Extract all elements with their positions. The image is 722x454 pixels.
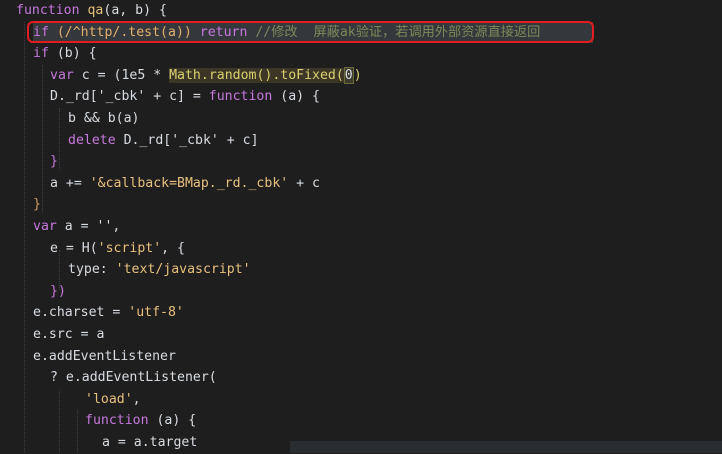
code-line-13[interactable]: type: 'text/javascript' [68,259,251,281]
token-keyword: function [16,3,80,18]
indent-guide [42,65,43,213]
code-editor[interactable]: function qa(a, b) { if (/^http/.test(a))… [0,0,722,453]
code-line-7[interactable]: delete D._rd['_cbk' + c] [68,130,259,152]
code-line-14[interactable]: }) [50,281,66,303]
code-line-19[interactable]: 'load', [85,389,141,411]
code-line-8[interactable]: } [50,151,58,173]
token-number: 0 [343,66,354,84]
code-line-3[interactable]: if (b) { [33,43,97,65]
indent-guide [24,22,25,453]
code-line-4[interactable]: var c = (1e5 * Math.random().toFixed(0) [50,65,362,87]
code-line-17[interactable]: e.addEventListener [33,346,176,368]
code-line-5[interactable]: D._rd['_cbk' + c] = function (a) { [50,86,320,108]
code-line-11[interactable]: var a = '', [33,216,120,238]
token-math: Math [169,67,201,83]
code-line-21[interactable]: a = a.target [102,432,197,454]
code-line-15[interactable]: e.charset = 'utf-8' [33,302,184,324]
horizontal-scrollbar[interactable] [290,441,722,453]
code-line-9[interactable]: a += '&callback=BMap._rd._cbk' + c [50,173,320,195]
code-line-20[interactable]: function (a) { [85,410,196,432]
code-line-6[interactable]: b && b(a) [68,108,139,130]
indent-guide [77,410,78,453]
code-line-16[interactable]: e.src = a [33,324,104,346]
code-line-18[interactable]: ? e.addEventListener( [50,367,217,389]
highlight-annotation-box [27,21,594,43]
token-function-name: qa [87,3,104,18]
code-line-12[interactable]: e = H('script', { [50,238,185,260]
code-line-1[interactable]: function qa(a, b) { [16,0,167,22]
indent-guide [59,390,60,453]
indent-guide [59,108,60,170]
code-line-10[interactable]: } [33,194,41,216]
